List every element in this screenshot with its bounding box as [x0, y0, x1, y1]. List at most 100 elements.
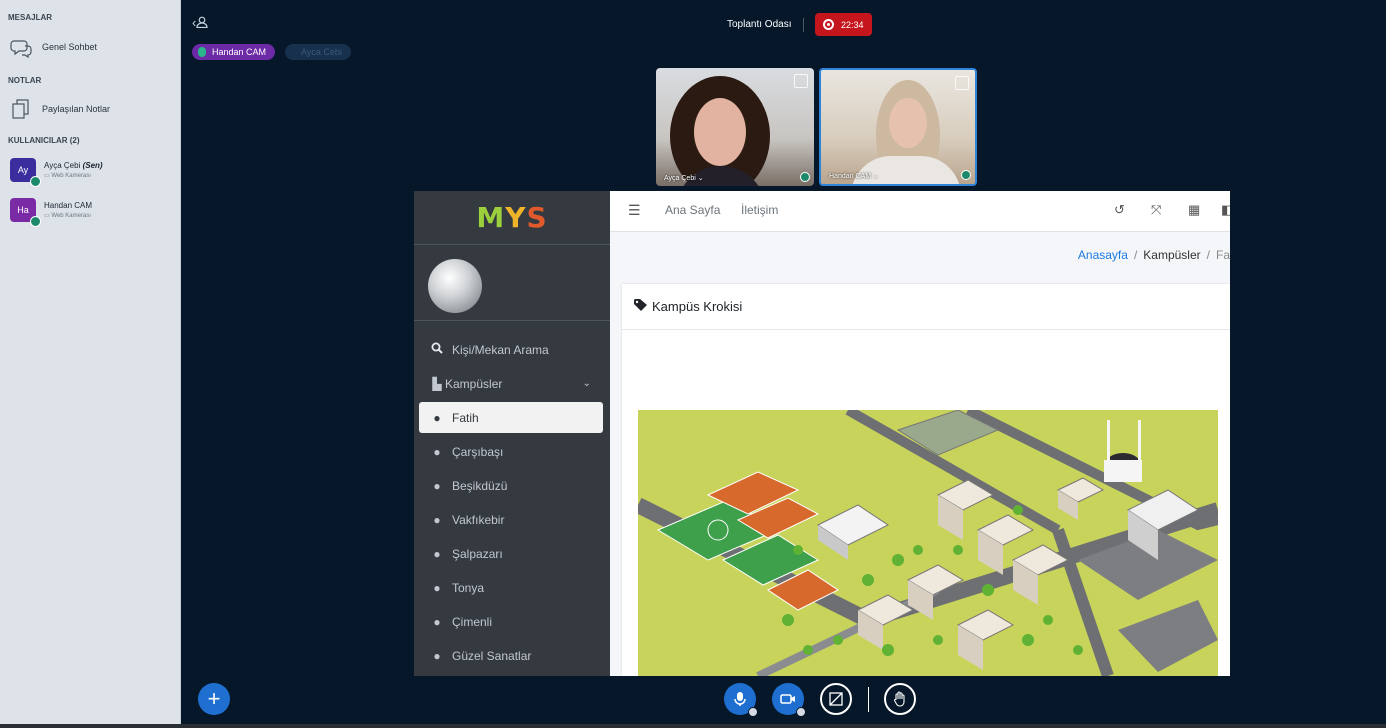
user-status: Web Kamerası [51, 213, 91, 219]
fullscreen-icon[interactable]: ⤧ [1151, 202, 1161, 218]
nav-item-label: Tonya [452, 580, 485, 595]
card-title: Kampüs Krokisi [652, 299, 743, 314]
map-marker-icon: ● [433, 580, 441, 595]
nav-campus-salpazari[interactable]: ● Şalpazarı [419, 538, 603, 569]
grid-icon[interactable]: ▦ [1188, 202, 1200, 218]
mys-logo: MYS [414, 191, 610, 245]
tag-icon [634, 299, 648, 314]
microphone-icon [198, 47, 206, 57]
webcam-video-ayca[interactable]: Ayça Çebi ⌄ [656, 68, 814, 186]
nav-item-label: Çarşıbaşı [452, 444, 504, 459]
nav-contact-link[interactable]: İletişim [741, 203, 778, 217]
user-item-ayca[interactable]: Ay Ayça Çebi (Sen) ▭ Web Kamerası [10, 158, 103, 187]
breadcrumb-campuses[interactable]: Kampüsler [1143, 248, 1200, 262]
map-marker-icon: ● [433, 478, 441, 493]
avatar: Ay [10, 158, 41, 187]
user-name: Handan CAM [44, 201, 93, 210]
mic-options-badge[interactable] [748, 707, 758, 717]
actions-plus-button[interactable]: + [198, 683, 230, 715]
nav-campus-tonya[interactable]: ● Tonya [419, 572, 603, 603]
toggle-userlist-icon[interactable]: ‹ [192, 15, 208, 30]
controls-divider [868, 687, 869, 712]
recording-button[interactable]: 22:34 [815, 13, 872, 36]
talker-pill-active[interactable]: Handan CAM [192, 44, 276, 60]
mys-sidebar: MYS Kişi/Mekan Arama ▙ Kampüsler ⌄ ● Fat… [414, 191, 610, 676]
mys-user-panel [414, 245, 610, 321]
microphone-icon [961, 170, 971, 180]
breadcrumb-home[interactable]: Anasayfa [1078, 248, 1128, 262]
talker-name: Handan CAM [212, 47, 267, 57]
screenshare-button[interactable] [820, 683, 852, 715]
map-marked-icon: ▙ [432, 376, 442, 391]
search-icon [431, 342, 443, 357]
shared-notes-label: Paylaşılan Notlar [42, 104, 111, 114]
raise-hand-button[interactable] [884, 683, 916, 715]
nav-campus-carsibasi[interactable]: ● Çarşıbaşı [419, 436, 603, 467]
avatar-initials: Ha [17, 205, 29, 215]
history-icon[interactable]: ↺ [1114, 202, 1125, 218]
nav-campus-besikduzu[interactable]: ● Beşikdüzü [419, 470, 603, 501]
record-icon [823, 19, 834, 30]
nav-campus-vakfikebir[interactable]: ● Vakfıkebir [419, 504, 603, 535]
webcam-video-handan[interactable]: Handan CAM ⌄ [819, 68, 977, 186]
messages-section-title: MESAJLAR [8, 13, 53, 22]
user-list-panel: MESAJLAR Genel Sohbet NOTLAR Paylaşılan … [0, 0, 181, 724]
microphone-icon [30, 216, 41, 227]
room-title: Toplantı Odası [727, 19, 792, 30]
breadcrumb-current: Fa [1215, 248, 1230, 262]
microphone-icon [734, 692, 746, 706]
nav-campus-cimenli[interactable]: ● Çimenli [419, 606, 603, 637]
webcam-options-badge[interactable] [796, 707, 806, 717]
campus-map-card: Kampüs Krokisi [622, 284, 1230, 676]
shared-notes-item[interactable]: Paylaşılan Notlar [10, 98, 110, 120]
map-marker-icon: ● [433, 512, 441, 527]
nav-campus-guzel-sanatlar[interactable]: ● Güzel Sanatlar [419, 640, 603, 671]
nav-campuses-label: Kampüsler [445, 376, 503, 391]
notes-icon [12, 99, 29, 119]
webcam-button[interactable] [772, 683, 806, 717]
campus-map-image[interactable] [638, 410, 1218, 676]
avatar: Ha [10, 198, 41, 227]
notes-section-title: NOTLAR [8, 76, 42, 85]
nav-campus-fatih[interactable]: ● Fatih [419, 402, 603, 433]
public-chat-item[interactable]: Genel Sohbet [10, 36, 97, 58]
nav-item-label: Beşikdüzü [452, 478, 508, 493]
menu-icon[interactable]: ☰ [628, 202, 641, 219]
recording-time: 22:34 [841, 19, 864, 30]
avatar-initials: Ay [17, 165, 29, 175]
mys-topbar: ☰ Ana Sayfa İletişim ↺ ⤧ ▦ ◧ [610, 191, 1230, 232]
person-face [694, 98, 746, 166]
map-marker-icon: ● [433, 546, 441, 561]
header-divider [803, 18, 804, 32]
map-marker-icon: ● [433, 444, 441, 459]
you-marker: (Sen) [82, 161, 103, 170]
fullscreen-icon[interactable] [794, 74, 808, 88]
user-avatar-image [428, 259, 482, 313]
public-chat-label: Genel Sohbet [42, 42, 98, 52]
hand-icon [893, 691, 905, 707]
nav-item-label: Çimenli [452, 614, 493, 629]
talker-pill-inactive[interactable]: Ayca Cebi [285, 44, 351, 60]
card-header: Kampüs Krokisi [622, 284, 1230, 330]
nav-item-label: Fatih [452, 410, 479, 425]
user-status: Web Kamerası [51, 173, 91, 179]
microphone-button[interactable] [724, 683, 758, 717]
map-marker-icon: ● [433, 614, 441, 629]
nav-search[interactable]: Kişi/Mekan Arama [419, 334, 603, 365]
nav-home-link[interactable]: Ana Sayfa [665, 203, 720, 217]
conference-app: MESAJLAR Genel Sohbet NOTLAR Paylaşılan … [0, 0, 1386, 728]
chat-icon [10, 40, 32, 58]
map-marker-icon: ● [433, 648, 441, 663]
nav-item-label: Vakfıkebir [452, 512, 505, 527]
talker-name: Ayca Cebi [301, 47, 342, 57]
microphone-icon [30, 176, 41, 187]
settings-icon[interactable]: ◧ [1221, 202, 1230, 218]
nav-campuses[interactable]: ▙ Kampüsler ⌄ [419, 368, 603, 399]
fullscreen-icon[interactable] [955, 76, 969, 90]
screenshare-area: MYS Kişi/Mekan Arama ▙ Kampüsler ⌄ ● Fat… [414, 191, 1230, 676]
os-taskbar [0, 724, 1386, 728]
user-name: Ayça Çebi [44, 161, 81, 170]
user-item-handan[interactable]: Ha Handan CAM ▭ Web Kamerası [10, 198, 93, 227]
breadcrumb: Anasayfa / Kampüsler / Fa [1077, 248, 1230, 262]
users-section-title: KULLANICILAR (2) [8, 136, 80, 145]
